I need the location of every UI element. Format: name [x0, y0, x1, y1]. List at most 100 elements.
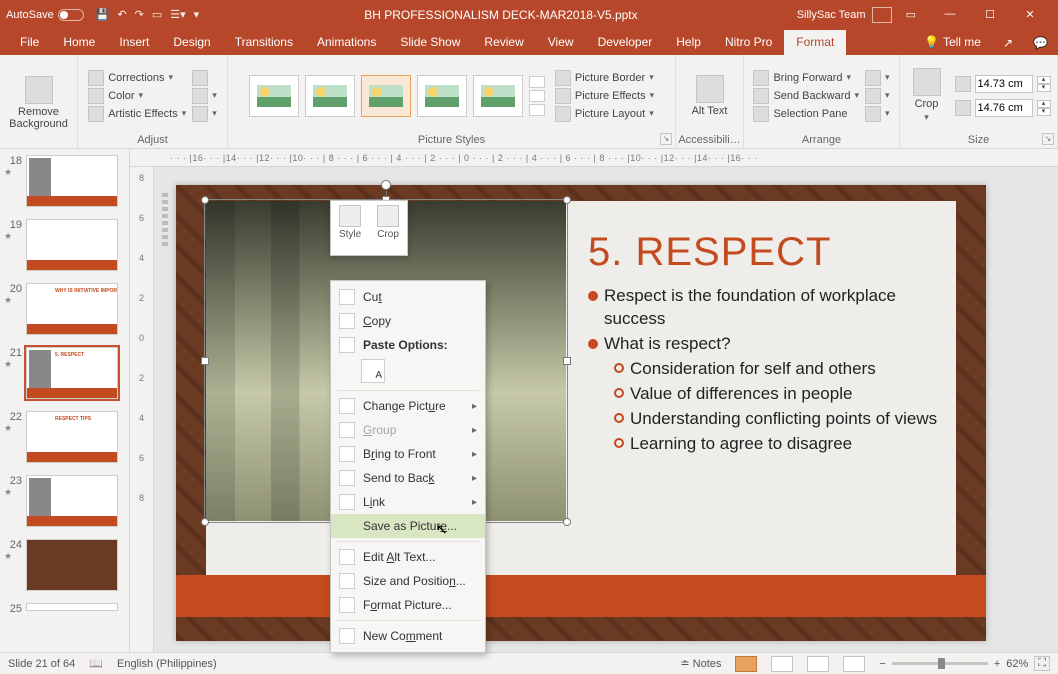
thumb-23[interactable] — [26, 475, 118, 527]
crop-button[interactable]: Crop▾ — [907, 66, 947, 125]
thumb-21-selected[interactable]: 5. RESPECT — [26, 347, 118, 399]
width-input[interactable] — [975, 99, 1033, 117]
bullet-text[interactable]: What is respect? — [604, 333, 731, 356]
thumb-19[interactable] — [26, 219, 118, 271]
resize-handle[interactable] — [201, 196, 209, 204]
gallery-more[interactable] — [529, 76, 545, 116]
thumb-22[interactable]: RESPECT TIPS — [26, 411, 118, 463]
share-icon[interactable]: ↗ — [993, 31, 1023, 55]
tab-view[interactable]: View — [536, 30, 586, 55]
style-item[interactable] — [417, 75, 467, 117]
slide-canvas[interactable]: 5. RESPECT Respect is the foundation of … — [176, 185, 986, 641]
rotation-handle[interactable] — [381, 180, 391, 190]
height-input[interactable] — [975, 75, 1033, 93]
rotate-button[interactable]: ▾ — [865, 106, 890, 122]
thumbnail-pane[interactable]: 18★ 19★ 20★WHY IS INITIATIVE IMPORTANT? … — [0, 149, 130, 652]
color-button[interactable]: Color▾ — [88, 88, 186, 104]
ctx-send-back[interactable]: Send to Back▸ — [331, 466, 485, 490]
autosave-toggle[interactable] — [58, 9, 84, 21]
tab-nitro[interactable]: Nitro Pro — [713, 30, 784, 55]
slide-title[interactable]: 5. RESPECT — [588, 225, 942, 279]
context-menu[interactable]: Cut Copy Paste Options: A Change Picture… — [330, 280, 486, 653]
zoom-percent[interactable]: 62% — [1006, 658, 1028, 670]
tab-help[interactable]: Help — [664, 30, 713, 55]
change-picture-button[interactable]: ▾ — [192, 88, 217, 104]
group-button[interactable]: ▾ — [865, 88, 890, 104]
bring-forward-button[interactable]: Bring Forward▾ — [753, 70, 859, 86]
comments-icon[interactable]: 💬 — [1023, 31, 1058, 55]
tab-slideshow[interactable]: Slide Show — [388, 30, 472, 55]
artistic-effects-button[interactable]: Artistic Effects▾ — [88, 106, 186, 122]
autosave[interactable]: AutoSave — [0, 9, 90, 21]
ctx-change-picture[interactable]: Change Picture▸ — [331, 394, 485, 418]
save-icon[interactable]: 💾 — [96, 8, 110, 21]
style-item[interactable] — [249, 75, 299, 117]
undo-icon[interactable]: ↶ — [117, 8, 126, 21]
style-item[interactable] — [305, 75, 355, 117]
zoom-out-button[interactable]: − — [879, 658, 885, 670]
tab-insert[interactable]: Insert — [107, 30, 161, 55]
notes-button[interactable]: ≐ Notes — [680, 657, 721, 670]
reset-picture-button[interactable]: ▾ — [192, 106, 217, 122]
tell-me[interactable]: 💡Tell me — [912, 30, 993, 55]
mini-toolbar[interactable]: Style Crop — [330, 200, 408, 256]
spin-up[interactable]: ▴ — [1037, 100, 1051, 108]
thumb-24[interactable] — [26, 539, 118, 591]
slideshow-view-button[interactable] — [843, 656, 865, 672]
redo-icon[interactable]: ↷ — [135, 8, 144, 21]
tab-home[interactable]: Home — [51, 30, 107, 55]
thumb-20[interactable]: WHY IS INITIATIVE IMPORTANT? — [26, 283, 118, 335]
paste-option[interactable]: A — [361, 359, 385, 383]
selection-pane-button[interactable]: Selection Pane — [753, 106, 859, 122]
tab-transitions[interactable]: Transitions — [223, 30, 305, 55]
tab-developer[interactable]: Developer — [586, 30, 665, 55]
account[interactable]: SillySac Team — [797, 7, 892, 23]
spin-up[interactable]: ▴ — [1037, 76, 1051, 84]
align-button[interactable]: ▾ — [865, 70, 890, 86]
thumb-18[interactable] — [26, 155, 118, 207]
resize-handle[interactable] — [563, 518, 571, 526]
sorter-view-button[interactable] — [771, 656, 793, 672]
ctx-save-as-picture[interactable]: Save as Picture... — [331, 514, 485, 538]
tab-design[interactable]: Design — [161, 30, 222, 55]
fit-window-button[interactable]: ⛶ — [1034, 656, 1050, 671]
ctx-format-picture[interactable]: Format Picture... — [331, 593, 485, 617]
picture-effects-button[interactable]: Picture Effects▾ — [555, 88, 654, 104]
height-field[interactable]: ▴▾ — [955, 75, 1051, 93]
zoom-in-button[interactable]: + — [994, 658, 1000, 670]
slide-count[interactable]: Slide 21 of 64 — [8, 658, 75, 670]
qat-customize-icon[interactable]: ▾ — [194, 8, 200, 21]
picture-border-button[interactable]: Picture Border▾ — [555, 70, 654, 86]
bullet-text[interactable]: Consideration for self and others — [630, 358, 876, 381]
touch-mode-icon[interactable]: ☰▾ — [170, 8, 185, 21]
ctx-size-position[interactable]: Size and Position... — [331, 569, 485, 593]
bullet-text[interactable]: Respect is the foundation of workplace s… — [604, 285, 942, 331]
picstyles-launcher[interactable]: ↘ — [660, 133, 672, 145]
style-item[interactable] — [473, 75, 523, 117]
spin-down[interactable]: ▾ — [1037, 84, 1051, 92]
normal-view-button[interactable] — [735, 656, 757, 672]
alt-text-button[interactable]: Alt Text — [686, 73, 734, 119]
thumb-25[interactable] — [26, 603, 118, 611]
start-from-beginning-icon[interactable]: ▭ — [152, 8, 162, 21]
size-launcher[interactable]: ↘ — [1042, 133, 1054, 145]
ctx-edit-alt-text[interactable]: Edit Alt Text... — [331, 545, 485, 569]
tab-review[interactable]: Review — [472, 30, 535, 55]
zoom-slider[interactable] — [892, 662, 988, 665]
maximize-button[interactable]: ☐ — [970, 8, 1010, 21]
ribbon-display-icon[interactable]: ▭ — [906, 8, 916, 21]
language[interactable]: English (Philippines) — [117, 658, 217, 670]
reading-view-button[interactable] — [807, 656, 829, 672]
picture-layout-button[interactable]: Picture Layout▾ — [555, 106, 654, 122]
tab-animations[interactable]: Animations — [305, 30, 388, 55]
remove-background-button[interactable]: Remove Background — [3, 74, 74, 132]
compress-button[interactable] — [192, 70, 217, 86]
picture-style-gallery[interactable] — [249, 75, 545, 117]
bullet-text[interactable]: Value of differences in people — [630, 383, 852, 406]
close-button[interactable]: ✕ — [1010, 8, 1050, 21]
send-backward-button[interactable]: Send Backward▾ — [753, 88, 859, 104]
resize-handle[interactable] — [201, 357, 209, 365]
spin-down[interactable]: ▾ — [1037, 108, 1051, 116]
tab-format[interactable]: Format — [784, 30, 846, 55]
tab-file[interactable]: File — [8, 30, 51, 55]
